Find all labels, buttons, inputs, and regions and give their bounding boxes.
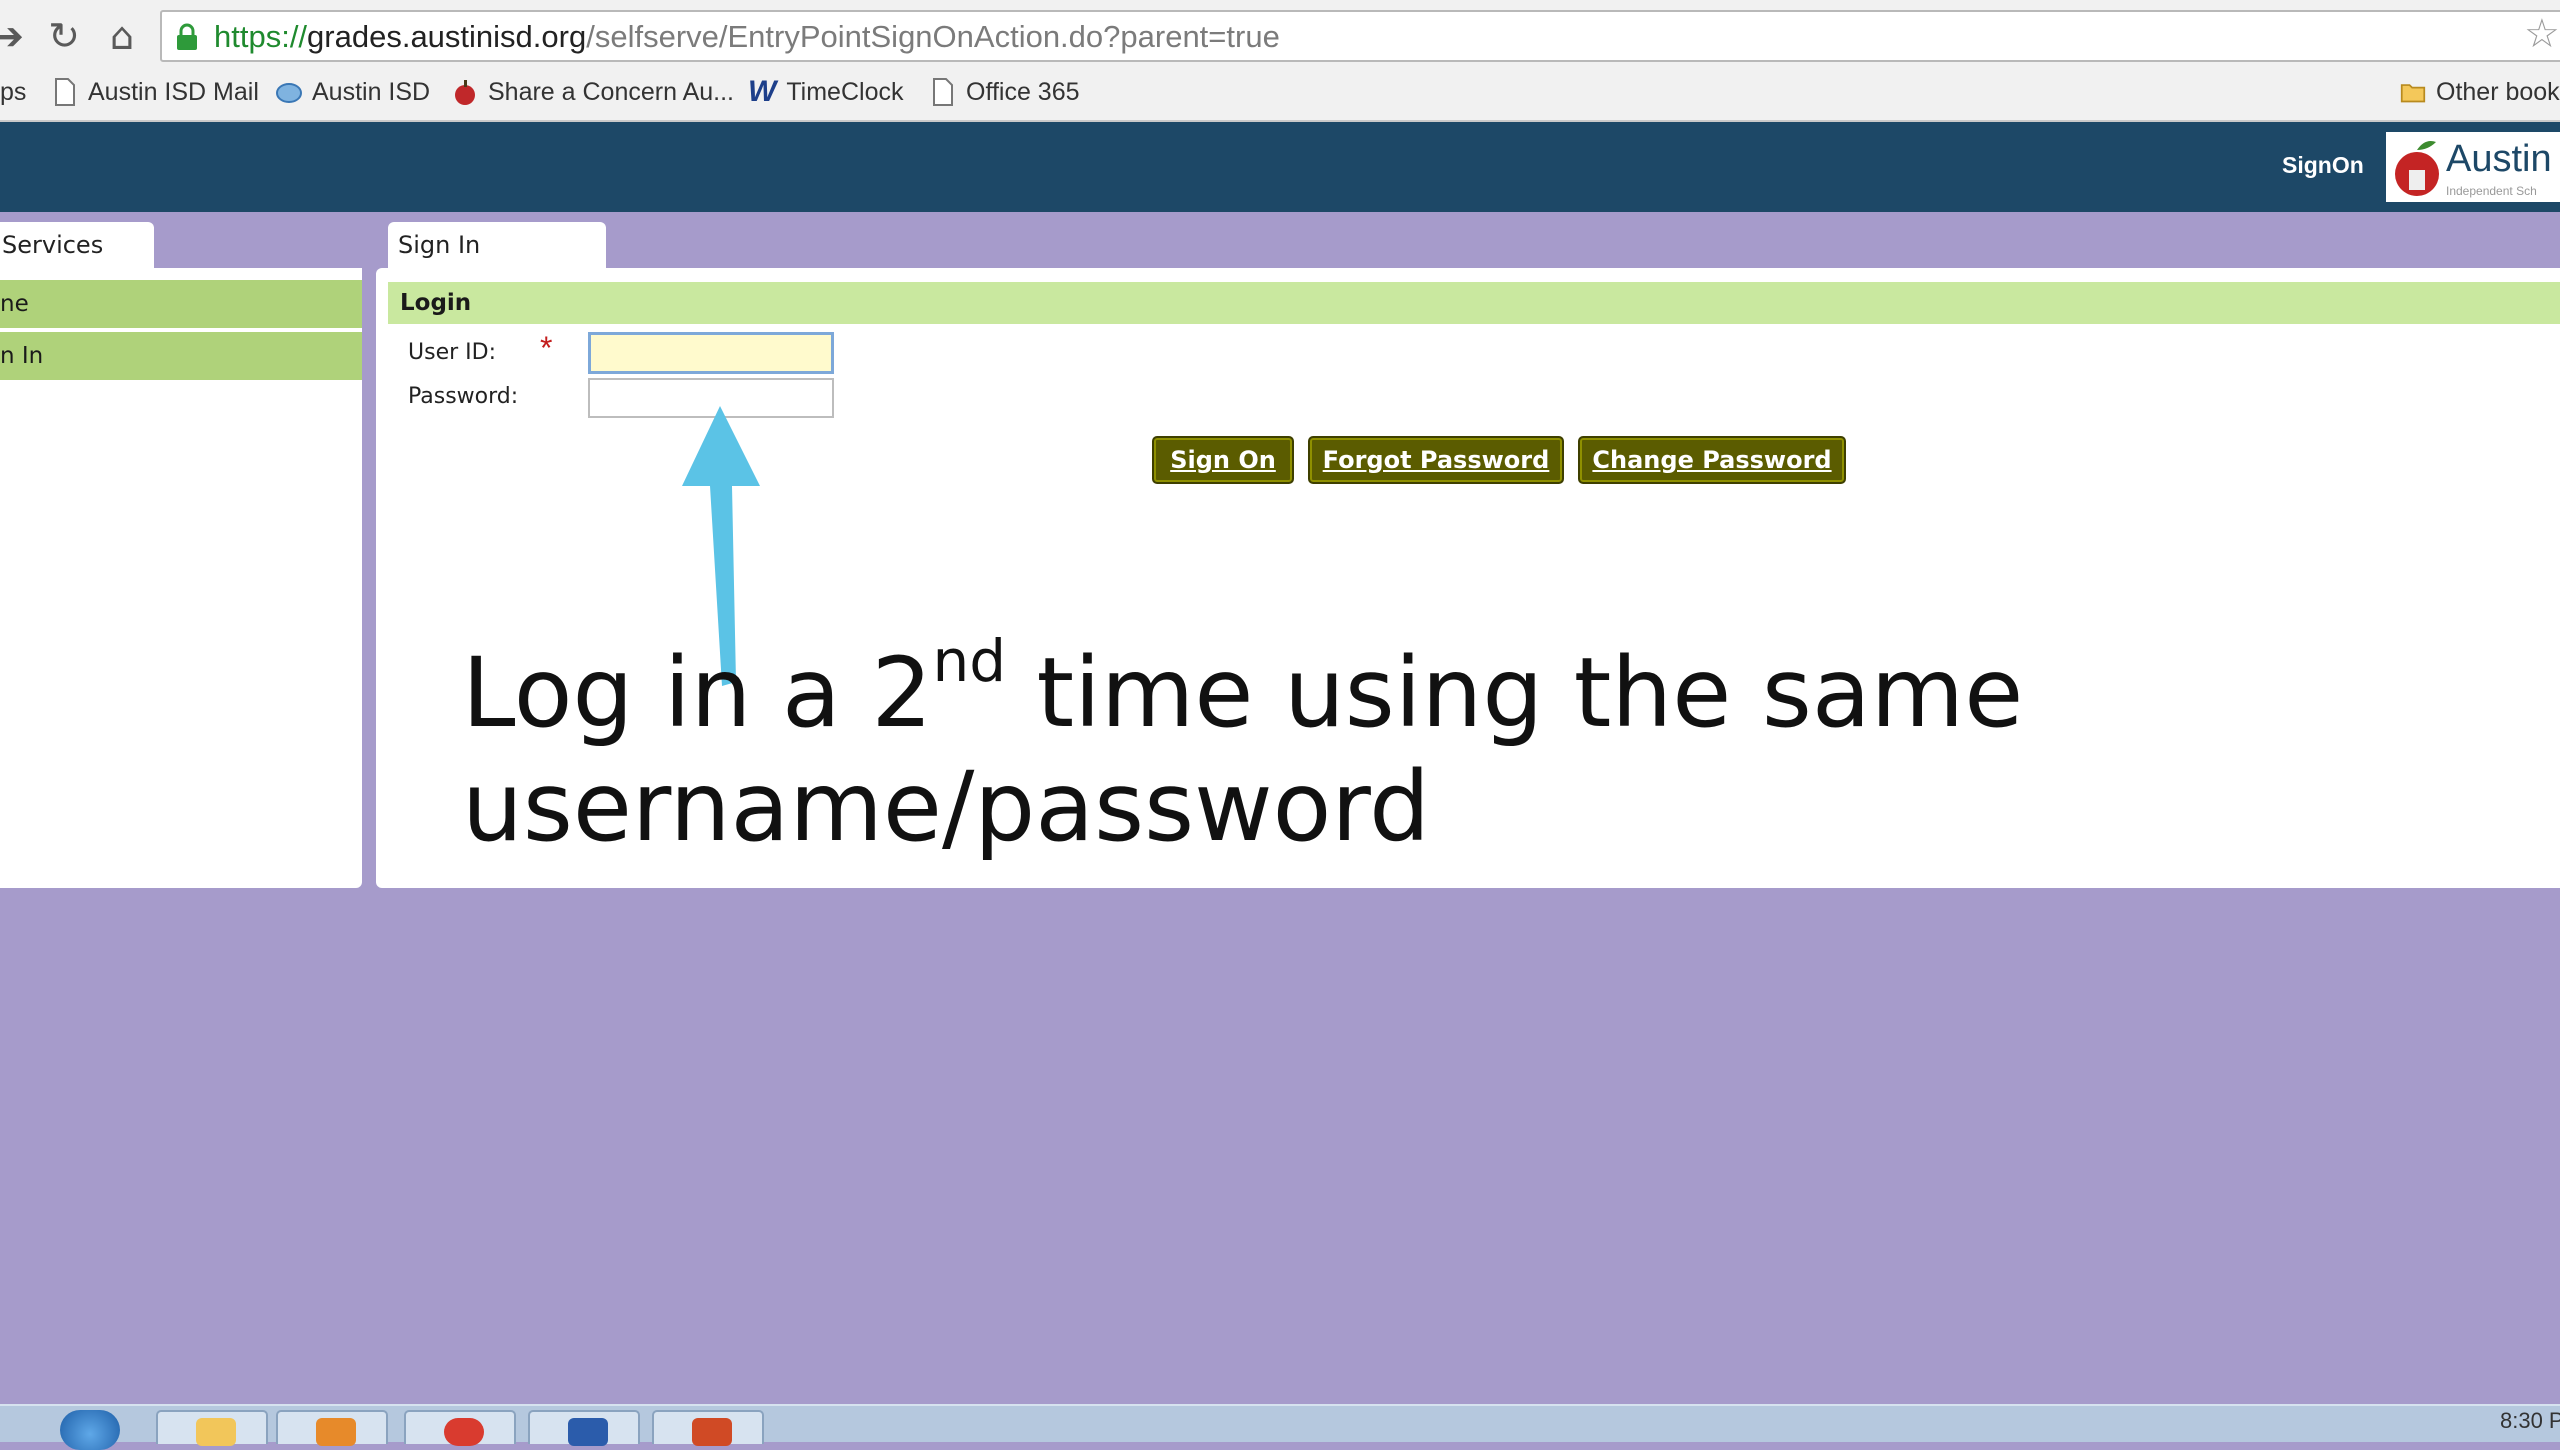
forgot-password-button[interactable]: Forgot Password: [1308, 436, 1564, 484]
sidebar-item-sign-in[interactable]: n In: [0, 332, 362, 380]
powerpoint-icon: [692, 1418, 732, 1446]
annotation-line-1: Log in a 2nd time using the same: [462, 632, 2024, 750]
tab-services[interactable]: Services: [0, 222, 154, 268]
userid-label: User ID:: [408, 340, 496, 365]
media-icon: [316, 1418, 356, 1446]
reload-icon[interactable]: ↻: [42, 14, 86, 58]
folder-icon: [196, 1418, 236, 1446]
page-icon: [55, 78, 75, 106]
change-password-button[interactable]: Change Password: [1578, 436, 1846, 484]
annotation-line-1-pre: Log in a 2: [462, 637, 933, 749]
home-icon[interactable]: ⌂: [100, 14, 144, 58]
bookmark-label: TimeClock: [786, 78, 904, 106]
austin-isd-icon: [276, 83, 302, 103]
taskbar-clock[interactable]: 8:30 P: [2500, 1408, 2560, 1434]
word-icon: [568, 1418, 608, 1446]
url-host: grades.austinisd.org: [307, 19, 587, 54]
lock-icon: [177, 23, 197, 50]
taskbar-chrome[interactable]: [404, 1410, 516, 1446]
bookmark-label: Office 365: [966, 78, 1080, 106]
taskbar: 8:30 P: [0, 1404, 2560, 1450]
sidebar-item-home[interactable]: ne: [0, 280, 362, 328]
bookmark-label: Share a Concern Au...: [488, 78, 734, 106]
required-marker: *: [540, 330, 553, 366]
annotation-line-1-post: time using the same: [1006, 637, 2024, 749]
url-scheme: https://: [214, 19, 308, 54]
apple-logo-icon: [2395, 141, 2439, 196]
chrome-icon: [444, 1418, 484, 1446]
bookmark-austin-isd[interactable]: Austin ISD: [276, 70, 430, 114]
bookmark-label: ps: [0, 78, 27, 106]
bookmark-label: Austin ISD Mail: [88, 78, 259, 106]
bookmark-austin-isd-mail[interactable]: Austin ISD Mail: [52, 70, 259, 114]
taskbar-powerpoint[interactable]: [652, 1410, 764, 1446]
url-text[interactable]: https://grades.austinisd.org/selfserve/E…: [214, 18, 1280, 56]
taskbar-word[interactable]: [528, 1410, 640, 1446]
bookmark-label: Austin ISD: [312, 78, 431, 106]
forward-icon[interactable]: ➔: [0, 14, 30, 58]
userid-field[interactable]: [588, 332, 834, 374]
password-label: Password:: [408, 384, 519, 409]
w-logo-icon: W: [748, 75, 777, 108]
annotation-line-2: username/password: [462, 751, 1431, 863]
other-bookmarks-label: Other book: [2436, 78, 2560, 106]
folder-icon: [2400, 84, 2426, 103]
address-bar[interactable]: https://grades.austinisd.org/selfserve/E…: [160, 10, 2560, 62]
austin-isd-logo: Austin Independent Sch: [2386, 132, 2560, 202]
browser-toolbar: ➔ ↻ ⌂ https://grades.austinisd.org/selfs…: [0, 0, 2560, 122]
page-icon: [933, 78, 953, 106]
bookmarks-bar: ps Austin ISD Mail Austin ISD Share a Co…: [0, 70, 2560, 114]
bookmark-apps[interactable]: ps: [0, 70, 26, 114]
start-orb-icon[interactable]: [60, 1410, 120, 1450]
taskbar-explorer[interactable]: [156, 1410, 268, 1446]
sidebar: ne n In: [0, 268, 362, 888]
logo-word: Austin: [2446, 138, 2552, 180]
section-title: Login: [388, 282, 2560, 324]
bookmark-star-icon[interactable]: ☆: [2524, 12, 2560, 56]
signon-link[interactable]: SignOn: [2282, 152, 2364, 179]
apple-icon: [455, 80, 475, 105]
bookmark-office-365[interactable]: Office 365: [930, 70, 1080, 114]
taskbar-media[interactable]: [276, 1410, 388, 1446]
tab-sign-in[interactable]: Sign In: [388, 222, 606, 268]
bookmark-timeclock[interactable]: W TimeClock: [748, 70, 903, 114]
logo-subtitle: Independent Sch: [2446, 184, 2537, 198]
app-header: SignOn Austin Independent Sch: [0, 122, 2560, 212]
sign-on-button[interactable]: Sign On: [1152, 436, 1294, 484]
other-bookmarks[interactable]: Other book: [2400, 70, 2560, 114]
url-path: /selfserve/EntryPointSignOnAction.do?par…: [586, 19, 1280, 54]
annotation-ordinal: nd: [932, 627, 1007, 695]
annotation-text: Log in a 2nd time using the same usernam…: [462, 632, 2024, 864]
bookmark-share-a-concern[interactable]: Share a Concern Au...: [452, 70, 734, 114]
